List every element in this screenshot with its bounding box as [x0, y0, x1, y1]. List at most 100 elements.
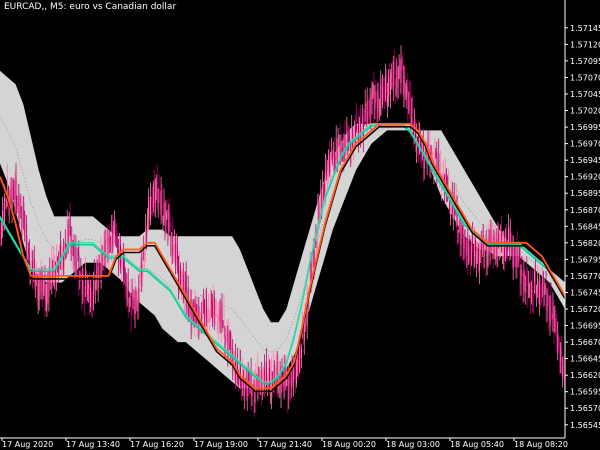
candle-body — [176, 245, 178, 265]
candle-body — [14, 177, 16, 200]
candle-body — [471, 243, 473, 265]
y-tick-label: 1.57095 — [570, 57, 600, 66]
candle-body — [123, 257, 124, 280]
candle-body — [164, 202, 166, 227]
candle-body — [466, 239, 468, 255]
candle-body — [87, 288, 89, 295]
candle-body — [357, 125, 358, 129]
candle-body — [229, 332, 231, 346]
candle-body — [555, 318, 557, 324]
candle-body — [402, 64, 404, 94]
y-tick-label: 1.56945 — [570, 156, 600, 165]
candle-body — [204, 308, 206, 320]
candle-body — [503, 242, 505, 257]
candle-body — [276, 362, 278, 384]
candle-body — [390, 78, 391, 95]
candle-body — [13, 192, 15, 200]
candle-body — [70, 228, 72, 255]
candle-body — [382, 86, 384, 105]
y-tick-label: 1.57120 — [570, 40, 600, 49]
candle-body — [223, 309, 225, 324]
candle-body — [181, 283, 182, 287]
candle-body — [535, 270, 536, 294]
y-tick-label: 1.56595 — [570, 388, 600, 397]
candle-body — [546, 294, 548, 310]
candle-body — [82, 277, 84, 296]
candle-body — [220, 307, 222, 329]
candle-body — [458, 221, 460, 231]
candle-body — [269, 367, 270, 390]
candle-body — [224, 335, 226, 346]
candle-body — [406, 86, 408, 96]
candle-body — [88, 284, 89, 289]
candle-body — [213, 296, 214, 318]
candle-body — [323, 184, 325, 187]
candle-body — [299, 343, 300, 370]
candle-body — [539, 283, 540, 303]
candle-body — [69, 216, 71, 229]
candle-body — [103, 240, 105, 259]
candle-body — [494, 239, 496, 258]
candle-body — [298, 360, 299, 370]
candle-body — [481, 244, 482, 255]
y-tick-label: 1.56920 — [570, 173, 600, 182]
candle-body — [117, 239, 119, 250]
candle-body — [246, 375, 248, 397]
candle-body — [11, 187, 13, 209]
candle-body — [423, 158, 425, 169]
candle-body — [121, 261, 122, 268]
candle-body — [541, 296, 542, 304]
candle-body — [107, 237, 109, 248]
candle-body — [553, 306, 555, 332]
candle-body — [563, 365, 565, 368]
candle-body — [391, 73, 392, 79]
candle-body — [165, 214, 167, 227]
candle-body — [394, 84, 396, 94]
candle-body — [516, 245, 518, 267]
candle-body — [254, 382, 256, 403]
candle-body — [440, 162, 442, 172]
candle-body — [167, 213, 169, 232]
candle-body — [136, 305, 138, 306]
x-tick-label: 17 Aug 16:20 — [130, 440, 184, 449]
y-tick-label: 1.56970 — [570, 140, 600, 149]
candle-body — [470, 249, 472, 265]
candle-body — [340, 147, 342, 151]
candle-body — [519, 259, 521, 285]
candle-body — [531, 282, 533, 303]
candle-body — [45, 285, 47, 303]
candle-body — [341, 147, 343, 152]
candle-body — [216, 325, 218, 329]
candle-body — [316, 243, 318, 245]
candle-body — [185, 275, 187, 308]
x-tick-label: 18 Aug 08:20 — [514, 440, 568, 449]
candle-body — [392, 73, 393, 88]
candle-body — [543, 293, 545, 295]
candle-body — [520, 269, 522, 285]
candle-body — [459, 221, 461, 245]
candle-body — [289, 377, 291, 382]
candle-body — [188, 307, 190, 312]
candle-body — [394, 62, 395, 76]
candle-body — [1, 223, 2, 239]
y-tick-label: 1.56695 — [570, 322, 600, 331]
candle-body — [227, 331, 229, 353]
candle-body — [158, 189, 160, 194]
candle-body — [65, 243, 66, 246]
candle-body — [28, 248, 30, 254]
candle-body — [18, 194, 20, 220]
candle-body — [125, 278, 126, 284]
candle-body — [381, 84, 383, 105]
candle-body — [396, 70, 398, 88]
candle-body — [163, 202, 165, 220]
candle-body — [268, 367, 269, 378]
candle-body — [364, 110, 365, 112]
candle-body — [228, 332, 230, 353]
candle-body — [261, 375, 263, 396]
candle-body — [475, 240, 476, 264]
candle-body — [397, 76, 399, 88]
candle-body — [91, 287, 92, 303]
candle-body — [156, 178, 157, 192]
candle-body — [523, 271, 525, 291]
candle-body — [43, 279, 45, 290]
